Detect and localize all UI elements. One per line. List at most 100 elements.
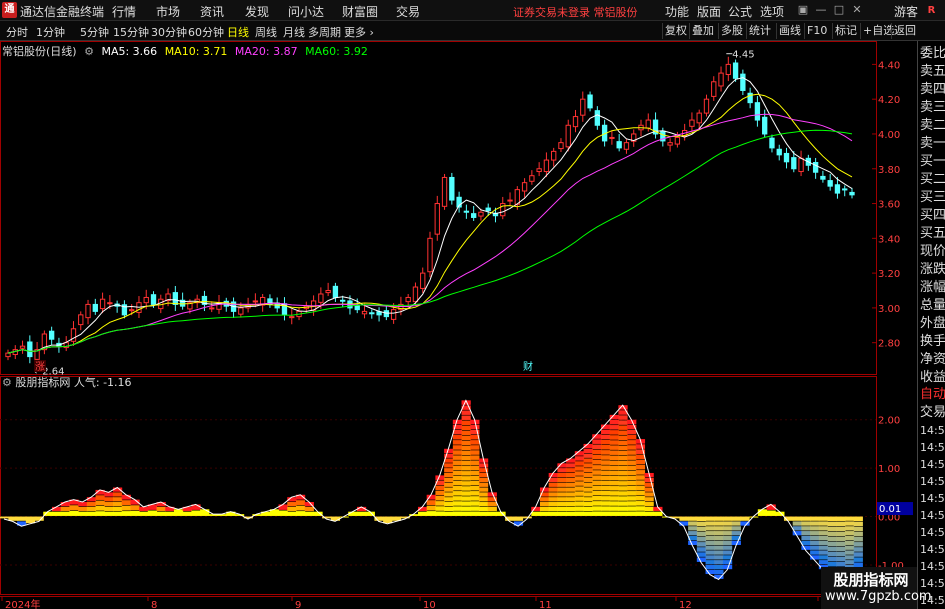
indicator-bar-segment (574, 471, 585, 476)
period-weekly[interactable]: 周线 (255, 24, 277, 40)
sidebar-item-ask5[interactable]: 卖五 (920, 63, 945, 81)
period-daily[interactable]: 日线 (227, 24, 249, 40)
candle-body (48, 330, 55, 340)
indicator-bar-segment (383, 516, 393, 524)
minimize-icon[interactable]: — (814, 3, 828, 17)
indicator-bar-segment (592, 480, 602, 486)
trade-label[interactable]: 交易 (920, 404, 945, 422)
candle-body (696, 112, 702, 124)
indicator-bar-segment (592, 485, 602, 491)
menu-trade[interactable]: 交易 (396, 3, 420, 20)
sidebar-item-volume[interactable]: 总量 (920, 297, 945, 315)
indicator-bar-segment (557, 472, 567, 478)
candle-body (529, 175, 535, 182)
indicator-bar-segment (461, 460, 471, 466)
indicator-bar-segment (278, 504, 288, 510)
indicator-bar-segment (635, 444, 646, 449)
period-monthly[interactable]: 月线 (283, 24, 305, 40)
indicator-bar-segment (592, 511, 602, 516)
guest-login[interactable]: 游客 (894, 3, 918, 20)
sidebar-item-turnover[interactable]: 换手 (920, 333, 945, 351)
auto-trade-label[interactable]: 自动 (920, 386, 945, 404)
period-5min[interactable]: 5分钟 (80, 24, 109, 40)
indicator-bar-segment (609, 511, 619, 516)
trade-login-notice[interactable]: 证券交易未登录 常铝股份 (513, 4, 638, 20)
overlay-button[interactable]: 叠加 (689, 23, 716, 39)
sidebar-item-ask3[interactable]: 卖三 (920, 99, 945, 117)
indicator-bar-segment (853, 526, 863, 532)
indicator-bar-segment (818, 535, 829, 541)
f10-button[interactable]: F10 (804, 23, 829, 39)
candle-body (463, 210, 470, 213)
period-15min[interactable]: 15分钟 (113, 24, 149, 40)
period-30min[interactable]: 30分钟 (151, 24, 187, 40)
sidebar-item-earnings[interactable]: 收益 (920, 369, 945, 387)
sidebar-item-bid2[interactable]: 买二 (920, 171, 945, 189)
sidebar-item-bid-ratio[interactable]: 委比 (920, 45, 945, 63)
indicator-bar-segment (627, 445, 637, 450)
indicator-bar-segment (470, 501, 480, 506)
indicator-bar-segment (827, 556, 837, 562)
candle-body (19, 345, 26, 349)
sidebar-item-price[interactable]: 现价 (920, 243, 945, 261)
settings-icon[interactable]: ⚙ (84, 45, 94, 58)
candle-body (674, 136, 681, 145)
menu-discover[interactable]: 发现 (245, 3, 269, 20)
menu-functions[interactable]: 功能 (665, 3, 689, 20)
indicator-bar-segment (444, 477, 454, 483)
close-icon[interactable]: ✕ (850, 3, 864, 17)
indicator-bar-segment (722, 535, 733, 541)
back-button[interactable]: 返回 (891, 23, 918, 39)
chart-canvas[interactable]: 4.40 4.20 4.00 3.80 3.60 3.40 3.20 3.00 2.80 2.00… (0, 41, 917, 609)
indicator-bar-segment (583, 502, 593, 507)
menu-news[interactable]: 资讯 (200, 3, 224, 20)
indicator-bar-segment (688, 531, 698, 536)
maximize-icon[interactable]: □ (832, 3, 846, 17)
sidebar-item-bid3[interactable]: 买三 (920, 189, 945, 207)
indicator-bar-segment (583, 487, 593, 492)
menu-wealth-circle[interactable]: 财富圈 (342, 3, 378, 20)
indicator-bar-segment (461, 491, 471, 496)
r-badge-icon[interactable]: R (918, 2, 945, 19)
sidebar-item-ask1[interactable]: 卖一 (920, 135, 945, 153)
mark-button[interactable]: 标记 (832, 23, 859, 39)
tick-time: 14:56 (920, 526, 945, 539)
adjust-button[interactable]: 复权 (662, 23, 689, 39)
period-60min[interactable]: 60分钟 (188, 24, 224, 40)
period-multi[interactable]: 多周期 (308, 24, 341, 40)
sidebar-item-bid1[interactable]: 买一 (920, 153, 945, 171)
menu-formula[interactable]: 公式 (728, 3, 752, 20)
multi-stock-button[interactable]: 多股 (718, 23, 745, 39)
sidebar-item-change[interactable]: 涨跌 (920, 261, 945, 279)
indicator-bar-segment (104, 511, 114, 516)
sidebar-item-net-assets[interactable]: 净资 (920, 351, 945, 369)
indicator-bar-segment (705, 531, 715, 536)
draw-line-button[interactable]: 画线 (776, 23, 803, 39)
menu-layout[interactable]: 版面 (697, 3, 721, 20)
indicator-bar-segment (574, 501, 585, 506)
restore-icon[interactable]: ▣ (796, 3, 810, 17)
indicator-bar-segment (627, 485, 637, 491)
indicator-bar-segment (844, 550, 855, 555)
indicator-bar-segment (478, 492, 489, 497)
settings-icon[interactable]: ⚙ (2, 376, 12, 389)
indicator-bar-segment (827, 546, 837, 552)
candle-body (158, 298, 164, 310)
sidebar-item-ask2[interactable]: 卖二 (920, 117, 945, 135)
sidebar-item-bid4[interactable]: 买四 (920, 207, 945, 225)
menu-ask[interactable]: 问小达 (288, 3, 324, 20)
period-more[interactable]: 更多 › (344, 24, 374, 40)
period-1min[interactable]: 1分钟 (36, 24, 65, 40)
statistics-button[interactable]: 统计 (746, 23, 773, 39)
indicator-bar-segment (592, 439, 602, 444)
menu-quotes[interactable]: 行情 (112, 3, 136, 20)
sidebar-item-ask4[interactable]: 卖四 (920, 81, 945, 99)
sidebar-item-change-pct[interactable]: 涨幅 (920, 279, 945, 297)
menu-market[interactable]: 市场 (156, 3, 180, 20)
candle-body (209, 307, 215, 310)
period-intraday[interactable]: 分时 (6, 24, 28, 40)
indicator-bar-segment (478, 482, 489, 487)
menu-options[interactable]: 选项 (760, 3, 784, 20)
sidebar-item-outer[interactable]: 外盘 (920, 315, 945, 333)
sidebar-item-bid5[interactable]: 买五 (920, 225, 945, 243)
